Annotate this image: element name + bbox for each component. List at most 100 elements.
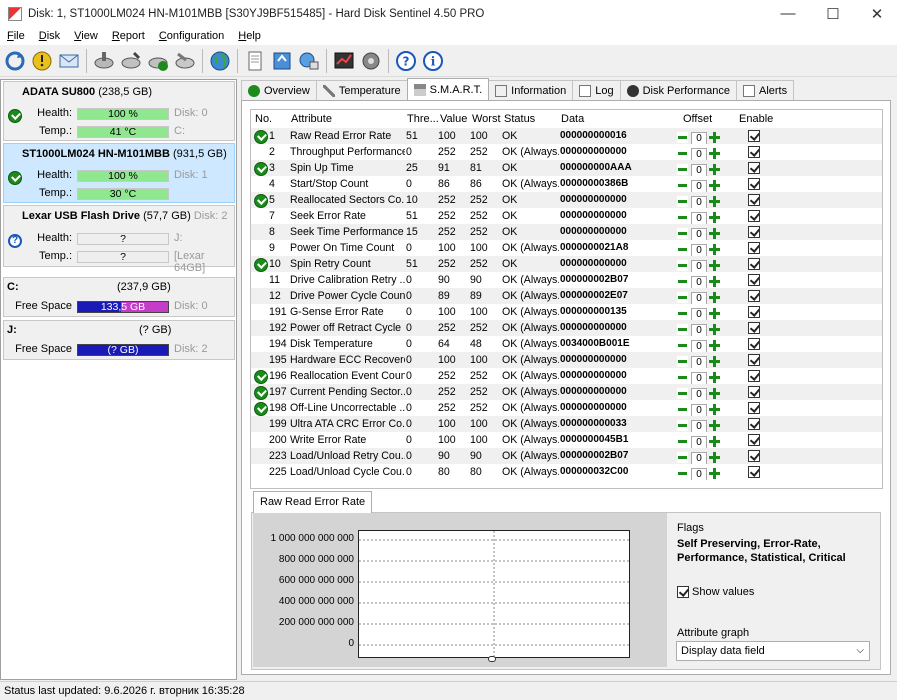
offset-value[interactable]: 0	[691, 228, 707, 240]
col-worst[interactable]: Worst	[472, 113, 501, 125]
col-value[interactable]: Value	[440, 113, 467, 125]
table-row[interactable]: 225 Load/Unload Cycle Cou... 0 80 80 OK (Alwa…	[251, 464, 882, 480]
table-row[interactable]: 11 Drive Calibration Retry ... 0 90 90 OK (Al…	[251, 272, 882, 288]
plus-icon[interactable]	[709, 340, 720, 351]
enable-checkbox[interactable]	[748, 242, 760, 254]
disk-item-st1000lm024[interactable]: ST1000LM024 HN-M101MBB (931,5 GB) Health…	[3, 143, 235, 203]
table-row[interactable]: 196 Reallocation Event Count 0 252 252 OK (Al…	[251, 368, 882, 384]
col-threshold[interactable]: Thre...	[407, 113, 439, 125]
col-no[interactable]: No.	[255, 113, 272, 125]
offset-value[interactable]: 0	[691, 148, 707, 160]
tab-temperature[interactable]: Temperature	[315, 80, 408, 100]
minus-icon[interactable]	[677, 132, 688, 143]
disk-item-lexar[interactable]: Lexar USB Flash Drive (57,7 GB) Disk: 2 …	[3, 205, 235, 274]
table-row[interactable]: 2 Throughput Performance 0 252 252 OK (Always…	[251, 144, 882, 160]
offset-value[interactable]: 0	[691, 452, 707, 464]
volume-item-j[interactable]: J: (? GB) Free Space (? GB) Disk: 2	[3, 320, 235, 360]
minus-icon[interactable]	[677, 404, 688, 415]
volume-item-c[interactable]: C: (237,9 GB) Free Space 133,5 GB Disk: …	[3, 277, 235, 317]
plus-icon[interactable]	[709, 308, 720, 319]
enable-checkbox[interactable]	[748, 258, 760, 270]
minus-icon[interactable]	[677, 276, 688, 287]
minus-icon[interactable]	[677, 308, 688, 319]
enable-checkbox[interactable]	[748, 434, 760, 446]
disk-test-icon[interactable]	[92, 49, 116, 73]
plus-icon[interactable]	[709, 468, 720, 479]
table-row[interactable]: 4Start/Stop Count08686OK (Always...00000…	[251, 176, 882, 192]
plus-icon[interactable]	[709, 132, 720, 143]
table-row[interactable]: 12 Drive Power Cycle Count 0 89 89 OK (Always…	[251, 288, 882, 304]
table-row[interactable]: 197 Current Pending Sector... 0 252 252 OK (A…	[251, 384, 882, 400]
minus-icon[interactable]	[677, 468, 688, 479]
minus-icon[interactable]	[677, 260, 688, 271]
document-icon[interactable]	[243, 49, 267, 73]
plus-icon[interactable]	[709, 388, 720, 399]
minus-icon[interactable]	[677, 356, 688, 367]
globe-icon[interactable]	[208, 49, 232, 73]
table-row[interactable]: 1 Raw Read Error Rate 51 100 100 OK 0000000000…	[251, 128, 882, 144]
minus-icon[interactable]	[677, 388, 688, 399]
minus-icon[interactable]	[677, 196, 688, 207]
plus-icon[interactable]	[709, 292, 720, 303]
plus-icon[interactable]	[709, 260, 720, 271]
offset-value[interactable]: 0	[691, 212, 707, 224]
table-row[interactable]: 194Disk Temperature 0 64 48 OK (Always...003…	[251, 336, 882, 352]
offset-value[interactable]: 0	[691, 244, 707, 256]
help-icon[interactable]: ?	[394, 49, 418, 73]
minus-icon[interactable]	[677, 340, 688, 351]
plus-icon[interactable]	[709, 356, 720, 367]
minus-icon[interactable]	[677, 228, 688, 239]
enable-checkbox[interactable]	[748, 306, 760, 318]
enable-checkbox[interactable]	[748, 178, 760, 190]
menu-file[interactable]: File	[0, 30, 32, 42]
offset-value[interactable]: 0	[691, 372, 707, 384]
tab-graph-attribute[interactable]: Raw Read Error Rate	[253, 491, 373, 513]
plus-icon[interactable]	[709, 244, 720, 255]
enable-checkbox[interactable]	[748, 130, 760, 142]
menu-configuration[interactable]: Configuration	[152, 30, 231, 42]
plus-icon[interactable]	[709, 228, 720, 239]
table-row[interactable]: 3 Spin Up Time 25 91 81 OK 000000000AAA 0	[251, 160, 882, 176]
minus-icon[interactable]	[677, 420, 688, 431]
col-data[interactable]: Data	[561, 113, 584, 125]
info-icon[interactable]: i	[421, 49, 445, 73]
disk-item-adata[interactable]: ADATA SU800 (238,5 GB) Health: 100 % Dis…	[3, 81, 235, 141]
enable-checkbox[interactable]	[748, 162, 760, 174]
close-button[interactable]: ✕	[857, 0, 897, 27]
enable-checkbox[interactable]	[748, 226, 760, 238]
minus-icon[interactable]	[677, 324, 688, 335]
offset-value[interactable]: 0	[691, 340, 707, 352]
col-enable[interactable]: Enable	[739, 113, 773, 125]
tab-overview[interactable]: Overview	[241, 80, 317, 100]
plus-icon[interactable]	[709, 180, 720, 191]
enable-checkbox[interactable]	[748, 210, 760, 222]
enable-checkbox[interactable]	[748, 322, 760, 334]
menu-view[interactable]: View	[67, 30, 105, 42]
enable-checkbox[interactable]	[748, 194, 760, 206]
minus-icon[interactable]	[677, 452, 688, 463]
minus-icon[interactable]	[677, 436, 688, 447]
table-row[interactable]: 7 Seek Error Rate 51 252 252 OK 000000000000 0	[251, 208, 882, 224]
table-row[interactable]: 198 Off-Line Uncorrectable ... 0 252 252 OK (…	[251, 400, 882, 416]
table-row[interactable]: 8 Seek Time Performance 15 252 252 OK 00000000…	[251, 224, 882, 240]
enable-checkbox[interactable]	[748, 354, 760, 366]
table-row[interactable]: 192 Power off Retract Cycle ... 0 252 252 OK …	[251, 320, 882, 336]
enable-checkbox[interactable]	[748, 290, 760, 302]
report-mail-icon[interactable]	[57, 49, 81, 73]
settings-icon[interactable]	[359, 49, 383, 73]
backup-icon[interactable]	[270, 49, 294, 73]
maximize-button[interactable]: ☐	[813, 0, 853, 27]
offset-value[interactable]: 0	[691, 292, 707, 304]
table-row[interactable]: 199 Ultra ATA CRC Error Co... 0 100 100 OK (A…	[251, 416, 882, 432]
table-row[interactable]: 5 Reallocated Sectors Co... 10 252 252 OK 0000…	[251, 192, 882, 208]
col-offset[interactable]: Offset	[683, 113, 712, 125]
offset-value[interactable]: 0	[691, 276, 707, 288]
offset-value[interactable]: 0	[691, 388, 707, 400]
tab-disk-performance[interactable]: Disk Performance	[619, 80, 737, 100]
minimize-button[interactable]: —	[768, 0, 808, 27]
tab-alerts[interactable]: Alerts	[735, 80, 795, 100]
col-attribute[interactable]: Attribute	[291, 113, 332, 125]
plus-icon[interactable]	[709, 452, 720, 463]
table-row[interactable]: 200Write Error Rate0100100OK (Always...0…	[251, 432, 882, 448]
enable-checkbox[interactable]	[748, 370, 760, 382]
